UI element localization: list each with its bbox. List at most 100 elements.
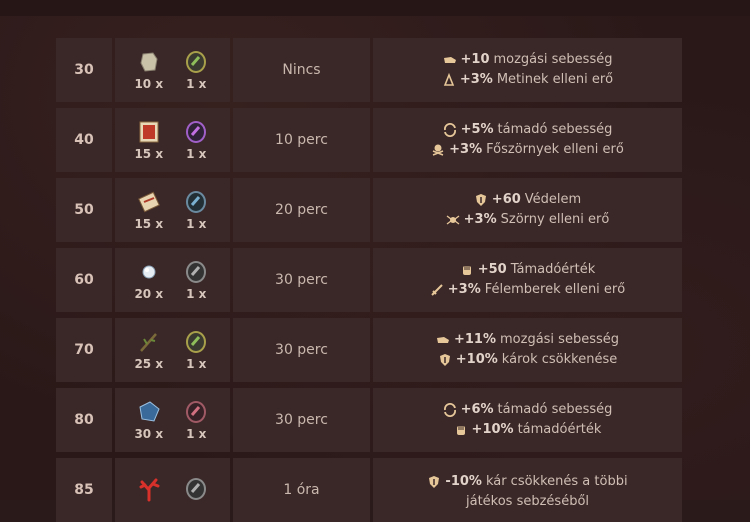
bonus-line: +6% támadó sebesség — [443, 400, 612, 420]
item-count: 25 x — [134, 357, 164, 371]
time-cell: 30 perc — [233, 248, 370, 312]
bonus-line: +10% támadóérték — [454, 420, 602, 440]
bonus-value: +5% — [460, 122, 494, 137]
grey-ore-icon — [183, 476, 209, 502]
speed-icon — [443, 123, 457, 137]
grey-ore-icon — [183, 259, 209, 285]
bonus-cell: +60 Védelem +3% Szörny elleni erő — [373, 178, 682, 242]
item-count: 1 x — [186, 147, 207, 161]
stone-icon — [136, 49, 162, 75]
time-cell: 20 perc — [233, 178, 370, 242]
bonus-value: +6% — [460, 402, 494, 417]
bonus-value: +10 — [460, 52, 490, 67]
level-cell: 80 — [56, 388, 112, 452]
table-row: 40 15 x1 x 10 perc +5% támadó sebesség +3% Fős… — [56, 108, 688, 172]
bonus-cell: +5% támadó sebesség +3% Főszörnyek elleni e… — [373, 108, 682, 172]
required-item: 20 x — [129, 259, 169, 301]
item-count: 1 x — [186, 77, 207, 91]
level-cell: 70 — [56, 318, 112, 382]
bonus-value: -10% — [445, 474, 482, 489]
bonus-text: kár csökkenés a többi — [485, 474, 628, 489]
bonus-line: +3% Metinek elleni erő — [442, 70, 613, 90]
shield-icon — [438, 353, 452, 367]
table-row: 50 15 x1 x 20 perc +60 Védelem +3% Szörny elle… — [56, 178, 688, 242]
bonus-cell: +11% mozgási sebesség +10% károk csökkenése — [373, 318, 682, 382]
level-cell: 30 — [56, 38, 112, 102]
required-item: 1 x — [176, 329, 216, 371]
required-item: 30 x — [129, 399, 169, 441]
bonus-line: +11% mozgási sebesség — [436, 330, 619, 350]
time-cell: 30 perc — [233, 388, 370, 452]
items-cell: 30 x 1 x — [115, 388, 230, 452]
bonus-value: +60 — [491, 192, 521, 207]
bonus-line: -10% kár csökkenés a többi — [427, 472, 628, 492]
item-count: 10 x — [134, 77, 164, 91]
green-ore-icon — [183, 329, 209, 355]
items-cell: 15 x 1 x — [115, 178, 230, 242]
bonus-line: játékos sebzéséből — [466, 492, 589, 512]
bonus-line: +5% támadó sebesség — [443, 120, 613, 140]
level-cell: 60 — [56, 248, 112, 312]
items-cell — [115, 458, 230, 522]
bonus-text: Félemberek elleni erő — [484, 282, 626, 297]
bonus-text: Támadóérték — [510, 262, 596, 277]
bonus-cell: +50 Támadóérték +3% Félemberek elleni erő — [373, 248, 682, 312]
bonus-text: Védelem — [524, 192, 582, 207]
required-item: 25 x — [129, 329, 169, 371]
bonus-line: +60 Védelem — [474, 190, 581, 210]
metin-icon — [442, 73, 456, 87]
required-item: 15 x — [129, 119, 169, 161]
fist-icon — [454, 423, 468, 437]
level-cell: 40 — [56, 108, 112, 172]
required-item: 1 x — [176, 189, 216, 231]
item-count: 1 x — [186, 427, 207, 441]
red-ore-icon — [183, 399, 209, 425]
required-item: 15 x — [129, 189, 169, 231]
sword-icon — [430, 283, 444, 297]
green-ore-icon — [183, 49, 209, 75]
items-cell: 20 x 1 x — [115, 248, 230, 312]
branch-icon — [136, 329, 162, 355]
boot-icon — [436, 333, 450, 347]
table-row: 85 1 óra -10% kár csökkenés a többi játékos … — [56, 458, 688, 522]
item-count: 30 x — [134, 427, 164, 441]
bonus-cell: +10 mozgási sebesség +3% Metinek elleni erő — [373, 38, 682, 102]
diamond-icon — [136, 259, 162, 285]
shield-icon — [427, 475, 441, 489]
item-count: 15 x — [134, 217, 164, 231]
bonus-line: +3% Szörny elleni erő — [446, 210, 610, 230]
table-row: 60 20 x 1 x 30 perc +50 Támadóérték +3% Félembe… — [56, 248, 688, 312]
bonus-text: mozgási sebesség — [500, 332, 619, 347]
bonus-value: +3% — [463, 212, 497, 227]
bonus-value: +50 — [477, 262, 507, 277]
bonus-text: károk csökkenése — [501, 352, 618, 367]
table-row: 80 30 x1 x 30 perc +6% támadó sebesség +10% tá… — [56, 388, 688, 452]
time-cell: 1 óra — [233, 458, 370, 522]
items-cell: 15 x 1 x — [115, 108, 230, 172]
required-item: 1 x — [176, 119, 216, 161]
bonus-value: +10% — [455, 352, 498, 367]
required-item: 1 x — [176, 259, 216, 301]
bonus-line: +3% Főszörnyek elleni erő — [431, 140, 624, 160]
bonus-text: támadóérték — [517, 422, 602, 437]
items-cell: 10 x 1 x — [115, 38, 230, 102]
bonus-value: +10% — [471, 422, 514, 437]
blue-ore-icon — [183, 189, 209, 215]
bonus-text: mozgási sebesség — [493, 52, 613, 67]
bonus-value: +3% — [447, 282, 481, 297]
item-count: 20 x — [134, 287, 164, 301]
blue-crystal-icon — [136, 399, 162, 425]
table-row: 70 25 x1 x 30 perc +11% mozgási sebesség +10%… — [56, 318, 688, 382]
coral-icon — [136, 476, 162, 502]
bonus-cell: -10% kár csökkenés a többi játékos sebzésé… — [373, 458, 682, 522]
purple-ore-icon — [183, 119, 209, 145]
bonus-value: +3% — [449, 142, 483, 157]
table-row: 30 10 x1 x Nincs +10 mozgási sebesség +3% Meti… — [56, 38, 688, 102]
item-count: 1 x — [186, 287, 207, 301]
shield-icon — [474, 193, 488, 207]
required-item: 10 x — [129, 49, 169, 91]
bonus-text: támadó sebesség — [497, 122, 613, 137]
bonus-line: +10 mozgási sebesség — [443, 50, 613, 70]
bonus-text: Szörny elleni erő — [500, 212, 610, 227]
book-icon — [136, 119, 162, 145]
